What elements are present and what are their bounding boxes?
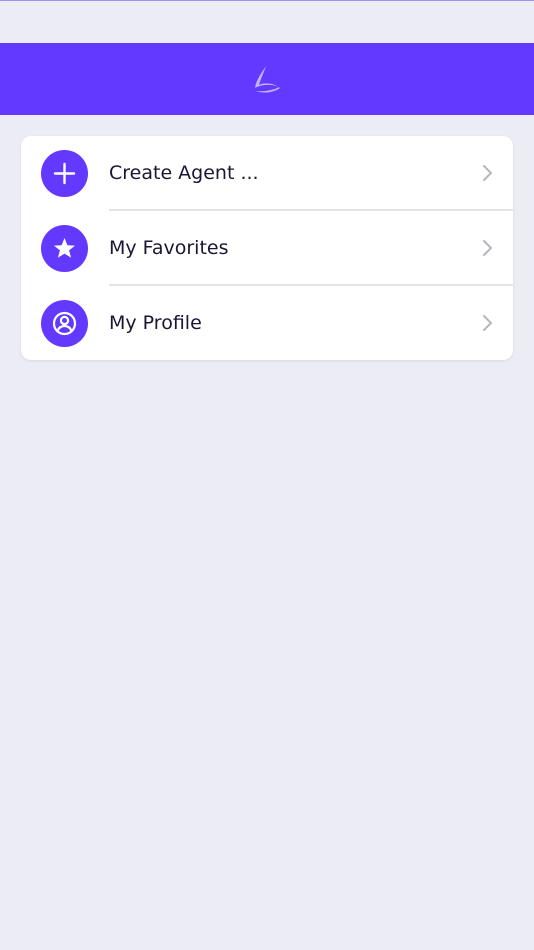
my-profile-row[interactable]: My Profile — [21, 286, 513, 360]
user-circle-icon — [41, 300, 88, 347]
chevron-right-icon — [483, 240, 492, 256]
plus-icon — [41, 150, 88, 197]
my-profile-label: My Profile — [109, 312, 202, 334]
menu-card: Create Agent ... My Favorites My Profile — [21, 136, 513, 360]
chevron-right-icon — [483, 165, 492, 181]
create-agent-label: Create Agent ... — [109, 162, 259, 184]
star-icon — [41, 225, 88, 272]
app-logo-icon — [252, 66, 282, 94]
status-bar-area — [0, 1, 534, 43]
my-favorites-row[interactable]: My Favorites — [21, 211, 513, 286]
chevron-right-icon — [483, 315, 492, 331]
my-favorites-label: My Favorites — [109, 237, 229, 259]
create-agent-row[interactable]: Create Agent ... — [21, 136, 513, 211]
